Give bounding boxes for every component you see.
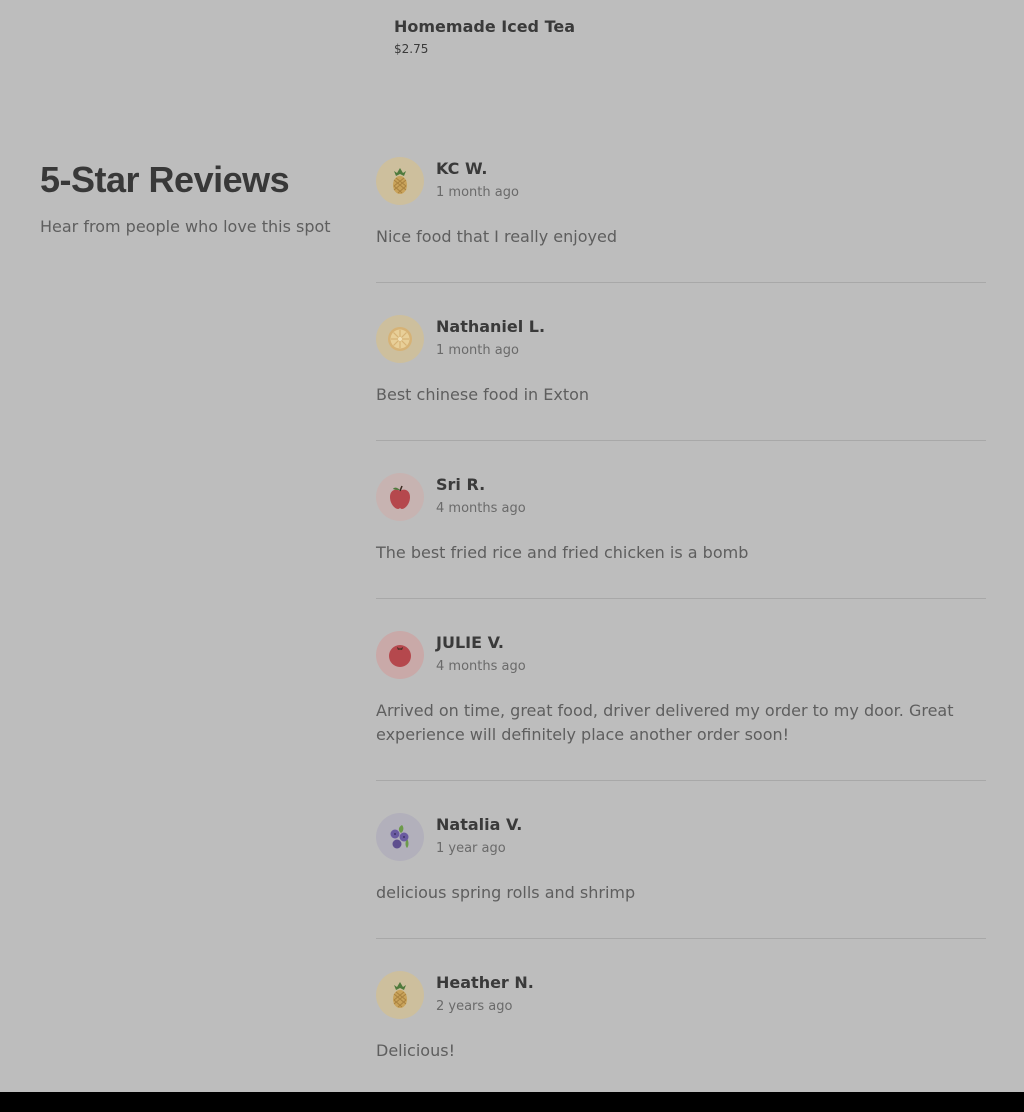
review-text: Arrived on time, great food, driver deli… — [376, 701, 954, 744]
reviews-heading: 5-Star Reviews Hear from people who love… — [40, 158, 340, 238]
review-header: Sri R. 4 months ago — [376, 473, 986, 521]
bottom-bar — [0, 1092, 1024, 1112]
review-date: 1 year ago — [436, 841, 506, 856]
apple-icon — [390, 485, 410, 509]
reviewer: KC W. 1 month ago — [436, 157, 519, 201]
reviewer: Sri R. 4 months ago — [436, 473, 526, 517]
menu-item-name: Homemade Iced Tea — [394, 17, 575, 36]
review-header: KC W. 1 month ago — [376, 157, 986, 205]
pineapple-icon — [393, 168, 407, 194]
review-date: 1 month ago — [436, 185, 519, 200]
avatar — [376, 473, 424, 521]
blueberries-icon — [390, 825, 409, 849]
reviews-title: 5-Star Reviews — [40, 159, 290, 200]
avatar — [376, 157, 424, 205]
review-date: 4 months ago — [436, 501, 526, 516]
avatar — [376, 971, 424, 1019]
review-text: The best fried rice and fried chicken is… — [376, 543, 749, 562]
review-text: Best chinese food in Exton — [376, 385, 590, 404]
review-date: 2 years ago — [436, 999, 513, 1014]
orange-slice-icon — [388, 327, 412, 351]
review-header: JULIE V. 4 months ago — [376, 631, 986, 679]
pineapple-icon — [393, 982, 407, 1008]
review-card: Heather N. 2 years ago Delicious! — [376, 939, 986, 1096]
menu-item[interactable]: Homemade Iced Tea $2.75 — [394, 16, 575, 56]
reviewer-name: Sri R. — [436, 475, 486, 494]
reviewer-name: Nathaniel L. — [436, 317, 546, 336]
reviewer: JULIE V. 4 months ago — [436, 631, 526, 675]
review-header: Heather N. 2 years ago — [376, 971, 986, 1019]
review-date: 4 months ago — [436, 659, 526, 674]
review-card: KC W. 1 month ago Nice food that I reall… — [376, 157, 986, 283]
avatar — [376, 813, 424, 861]
review-header: Natalia V. 1 year ago — [376, 813, 986, 861]
review-text: delicious spring rolls and shrimp — [376, 883, 636, 902]
menu-item-price: $2.75 — [394, 42, 429, 56]
review-header: Nathaniel L. 1 month ago — [376, 315, 986, 363]
avatar — [376, 631, 424, 679]
reviews-list: KC W. 1 month ago Nice food that I reall… — [376, 157, 986, 1096]
review-date: 1 month ago — [436, 343, 519, 358]
avatar — [376, 315, 424, 363]
reviewer-name: Natalia V. — [436, 815, 523, 834]
tomato-icon — [389, 645, 411, 667]
review-card: Natalia V. 1 year ago delicious spring r… — [376, 781, 986, 939]
review-card: Nathaniel L. 1 month ago Best chinese fo… — [376, 283, 986, 441]
reviewer-name: KC W. — [436, 159, 488, 178]
review-text: Delicious! — [376, 1041, 455, 1060]
review-text: Nice food that I really enjoyed — [376, 227, 617, 246]
reviewer-name: Heather N. — [436, 973, 534, 992]
reviewer: Heather N. 2 years ago — [436, 971, 534, 1015]
review-card: JULIE V. 4 months ago Arrived on time, g… — [376, 599, 986, 781]
review-card: Sri R. 4 months ago The best fried rice … — [376, 441, 986, 599]
reviewer: Natalia V. 1 year ago — [436, 813, 522, 857]
reviewer-name: JULIE V. — [436, 633, 504, 652]
reviewer: Nathaniel L. 1 month ago — [436, 315, 545, 359]
reviews-subtitle: Hear from people who love this spot — [40, 217, 331, 236]
